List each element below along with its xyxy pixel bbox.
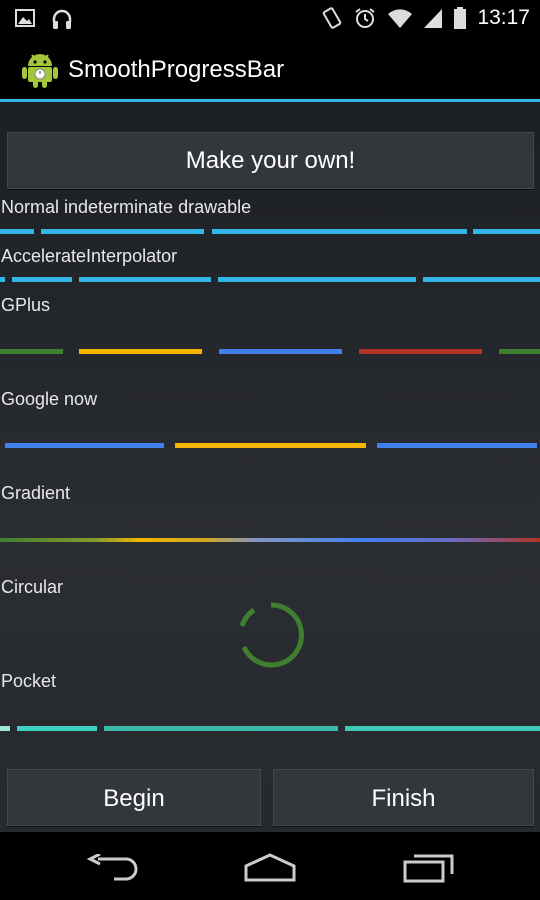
progress-segment [5,443,164,448]
gradient-progress-bar [0,538,540,542]
alarm-icon [355,8,376,28]
progress-segment [0,726,10,731]
progress-segment [175,443,366,448]
section-label-gradient: Gradient [1,483,71,503]
android-robot-icon [22,54,58,88]
begin-button[interactable]: Begin [7,769,261,826]
progress-segment [473,229,540,234]
progress-segment [0,229,34,234]
status-time: 13:17 [477,6,530,29]
progress-segment [104,726,338,731]
section-label-accelerate: AccelerateInterpolator [1,246,178,266]
content-area: Make your own! Normal indeterminate draw… [0,102,540,832]
make-your-own-button[interactable]: Make your own! [7,132,534,189]
signal-icon [424,9,443,28]
progress-segment [41,229,204,234]
section-label-circular: Circular [1,577,64,597]
progress-segment [0,277,5,282]
progress-segment [17,726,97,731]
wifi-icon [388,9,413,28]
progress-segment [218,277,416,282]
section-label-pocket: Pocket [1,671,57,691]
progress-segment [377,443,537,448]
navigation-bar [0,832,540,900]
section-label-normal: Normal indeterminate drawable [1,197,252,217]
progress-segment [0,349,63,354]
section-label-gplus: GPlus [1,295,51,315]
battery-icon [454,7,467,29]
progress-segment [423,277,540,282]
progress-segment [79,349,202,354]
back-icon[interactable] [86,854,140,882]
progress-segment [79,277,211,282]
progress-segment [219,349,342,354]
image-icon [15,9,35,27]
progress-segment [499,349,540,354]
recent-apps-icon[interactable] [402,852,456,884]
status-bar: 13:17 [0,0,540,37]
vibrate-icon [323,7,342,29]
section-label-google-now: Google now [1,389,98,409]
circular-progress-spinner [239,602,304,668]
finish-button[interactable]: Finish [273,769,534,826]
progress-segment [359,349,482,354]
home-icon[interactable] [242,852,298,882]
headphones-icon [52,9,72,29]
progress-segment [345,726,540,731]
progress-segment [12,277,72,282]
progress-segment [212,229,467,234]
app-title: SmoothProgressBar [68,56,285,83]
